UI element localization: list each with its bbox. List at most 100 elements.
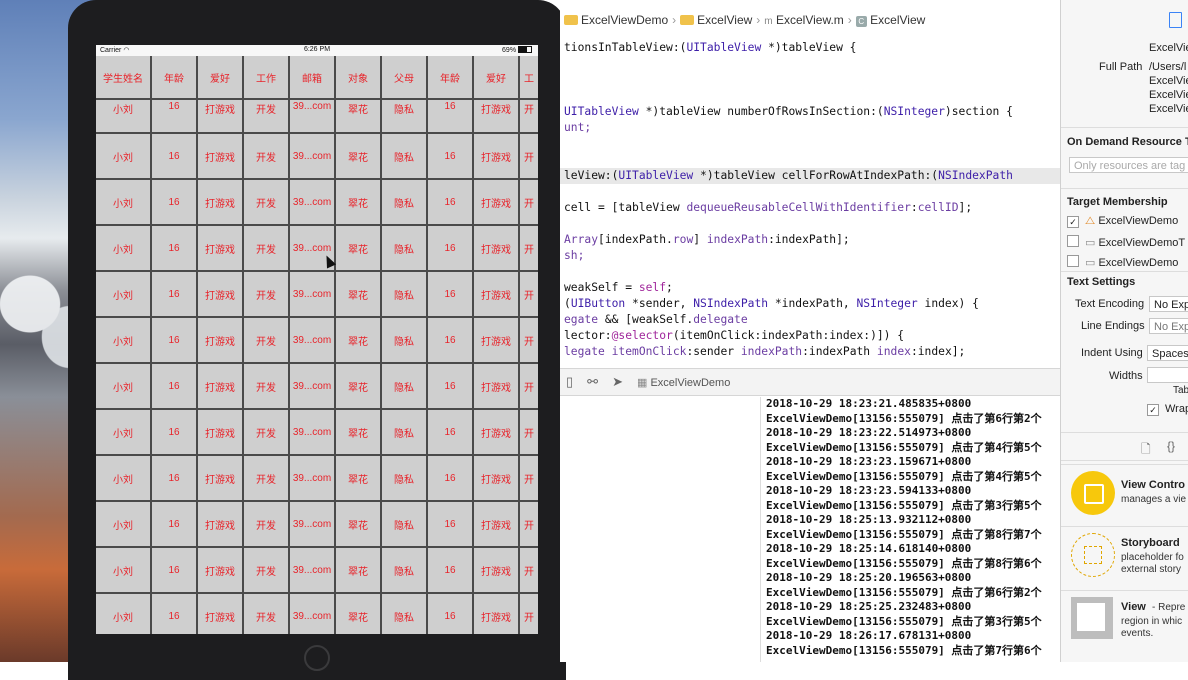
grid-cell-button[interactable]: 16 (152, 318, 198, 364)
grid-cell-button[interactable]: 16 (428, 548, 474, 594)
code-line[interactable]: tionsInTableView:(UITableView *)tableVie… (560, 40, 1060, 56)
grid-cell-button[interactable]: 小刘 (96, 594, 152, 634)
grid-cell-button[interactable]: 小刘 (96, 364, 152, 410)
indent-using-select[interactable]: Spaces (1147, 345, 1188, 361)
code-line[interactable] (560, 136, 1060, 152)
grid-cell-button[interactable]: 开 (520, 226, 538, 272)
grid-cell-button[interactable]: 翠花 (336, 456, 382, 502)
grid-cell-button[interactable]: 翠花 (336, 226, 382, 272)
library-item-view-controller[interactable]: View Contro manages a vie (1061, 464, 1188, 525)
jumpbar-item-project[interactable]: ExcelViewDemo (564, 13, 668, 27)
jumpbar-item-class[interactable]: C ExcelView (855, 13, 925, 27)
grid-cell-button[interactable]: 开发 (244, 100, 290, 134)
grid-cell-button[interactable]: 隐私 (382, 594, 428, 634)
code-line[interactable]: (UIButton *sender, NSIndexPath *indexPat… (560, 296, 1060, 312)
code-line[interactable] (560, 88, 1060, 104)
grid-cell-button[interactable]: 隐私 (382, 100, 428, 134)
grid-cell-button[interactable]: 打游戏 (198, 272, 244, 318)
code-line[interactable]: legate itemOnClick:sender indexPath:inde… (560, 344, 1060, 360)
grid-cell-button[interactable]: 16 (152, 180, 198, 226)
grid-cell-button[interactable]: 39...com (290, 364, 336, 410)
grid-cell-button[interactable]: 开 (520, 134, 538, 180)
grid-cell-button[interactable]: 翠花 (336, 180, 382, 226)
grid-cell-button[interactable]: 翠花 (336, 364, 382, 410)
grid-cell-button[interactable]: 开 (520, 594, 538, 634)
grid-cell-button[interactable]: 隐私 (382, 364, 428, 410)
grid-cell-button[interactable]: 16 (152, 272, 198, 318)
grid-cell-button[interactable]: 39...com (290, 318, 336, 364)
code-snippet-icon[interactable]: {} (1167, 439, 1175, 453)
grid-cell-button[interactable]: 打游戏 (198, 100, 244, 134)
grid-cell-button[interactable]: 开发 (244, 410, 290, 456)
grid-cell-button[interactable]: 开发 (244, 226, 290, 272)
grid-cell-button[interactable]: 翠花 (336, 272, 382, 318)
grid-cell-button[interactable]: 16 (428, 318, 474, 364)
grid-cell-button[interactable]: 打游戏 (198, 318, 244, 364)
memory-graph-icon[interactable]: ⚯ (587, 374, 598, 390)
grid-cell-button[interactable]: 隐私 (382, 410, 428, 456)
code-line[interactable]: weakSelf = self; (560, 280, 1060, 296)
code-line[interactable]: leView:(UITableView *)tableView cellForR… (560, 168, 1060, 184)
grid-cell-button[interactable]: 打游戏 (474, 272, 520, 318)
grid-cell-button[interactable]: 开 (520, 272, 538, 318)
grid-cell-button[interactable]: 打游戏 (198, 180, 244, 226)
grid-cell-button[interactable]: 小刘 (96, 410, 152, 456)
grid-cell-button[interactable]: 开发 (244, 502, 290, 548)
grid-cell-button[interactable]: 隐私 (382, 318, 428, 364)
code-line[interactable] (560, 152, 1060, 168)
grid-cell-button[interactable]: 16 (152, 100, 198, 134)
grid-cell-button[interactable]: 小刘 (96, 180, 152, 226)
grid-cell-button[interactable]: 小刘 (96, 548, 152, 594)
grid-cell-button[interactable]: 39...com (290, 180, 336, 226)
grid-cell-button[interactable]: 16 (152, 134, 198, 180)
grid-cell-button[interactable]: 隐私 (382, 456, 428, 502)
grid-cell-button[interactable]: 16 (428, 180, 474, 226)
file-inspector-icon[interactable] (1169, 12, 1182, 28)
grid-cell-button[interactable]: 16 (152, 548, 198, 594)
checkbox[interactable] (1067, 255, 1079, 267)
grid-cell-button[interactable]: 开发 (244, 456, 290, 502)
grid-cell-button[interactable]: 39...com (290, 410, 336, 456)
grid-cell-button[interactable]: 打游戏 (474, 180, 520, 226)
grid-cell-button[interactable]: 打游戏 (474, 410, 520, 456)
grid-cell-button[interactable]: 隐私 (382, 502, 428, 548)
grid-cell-button[interactable]: 翠花 (336, 134, 382, 180)
code-line[interactable]: unt; (560, 120, 1060, 136)
code-line[interactable] (560, 216, 1060, 232)
grid-cell-button[interactable]: 39...com (290, 502, 336, 548)
grid-cell-button[interactable]: 翠花 (336, 594, 382, 634)
code-line[interactable]: egate && [weakSelf.delegate (560, 312, 1060, 328)
grid-cell-button[interactable]: 16 (428, 134, 474, 180)
grid-cell-button[interactable]: 打游戏 (198, 134, 244, 180)
grid-cell-button[interactable]: 打游戏 (198, 502, 244, 548)
grid-cell-button[interactable]: 小刘 (96, 456, 152, 502)
library-item-storyboard-reference[interactable]: Storyboard placeholder fo external story (1061, 526, 1188, 587)
grid-cell-button[interactable]: 开 (520, 100, 538, 134)
target-row[interactable]: ▭ ExcelViewDemoT (1067, 235, 1185, 249)
code-line[interactable] (560, 184, 1060, 200)
grid-cell-button[interactable]: 打游戏 (198, 548, 244, 594)
checkbox[interactable] (1067, 235, 1079, 247)
widths-field[interactable] (1147, 367, 1188, 383)
grid-cell-button[interactable]: 16 (152, 594, 198, 634)
step-icon[interactable]: ▯ (566, 374, 573, 390)
code-editor[interactable]: tionsInTableView:(UITableView *)tableVie… (560, 40, 1060, 360)
debug-target[interactable]: ▦ ExcelViewDemo (637, 376, 730, 389)
grid-cell-button[interactable]: 16 (428, 456, 474, 502)
grid-cell-button[interactable]: 39...com (290, 548, 336, 594)
grid-cell-button[interactable]: 打游戏 (474, 548, 520, 594)
grid-cell-button[interactable]: 开发 (244, 594, 290, 634)
grid-cell-button[interactable]: 打游戏 (474, 318, 520, 364)
code-line[interactable]: cell = [tableView dequeueReusableCellWit… (560, 200, 1060, 216)
grid-cell-button[interactable]: 16 (152, 502, 198, 548)
code-line[interactable]: Array[indexPath.row] indexPath:indexPath… (560, 232, 1060, 248)
grid-cell-button[interactable]: 开 (520, 456, 538, 502)
grid-cell-button[interactable]: 开发 (244, 180, 290, 226)
grid-cell-button[interactable]: 39...com (290, 134, 336, 180)
grid-cell-button[interactable]: 翠花 (336, 502, 382, 548)
grid-cell-button[interactable]: 打游戏 (198, 456, 244, 502)
grid-cell-button[interactable]: 打游戏 (474, 364, 520, 410)
code-line[interactable]: lector:@selector(itemOnClick:indexPath:i… (560, 328, 1060, 344)
code-line[interactable] (560, 264, 1060, 280)
grid-cell-button[interactable]: 打游戏 (474, 594, 520, 634)
